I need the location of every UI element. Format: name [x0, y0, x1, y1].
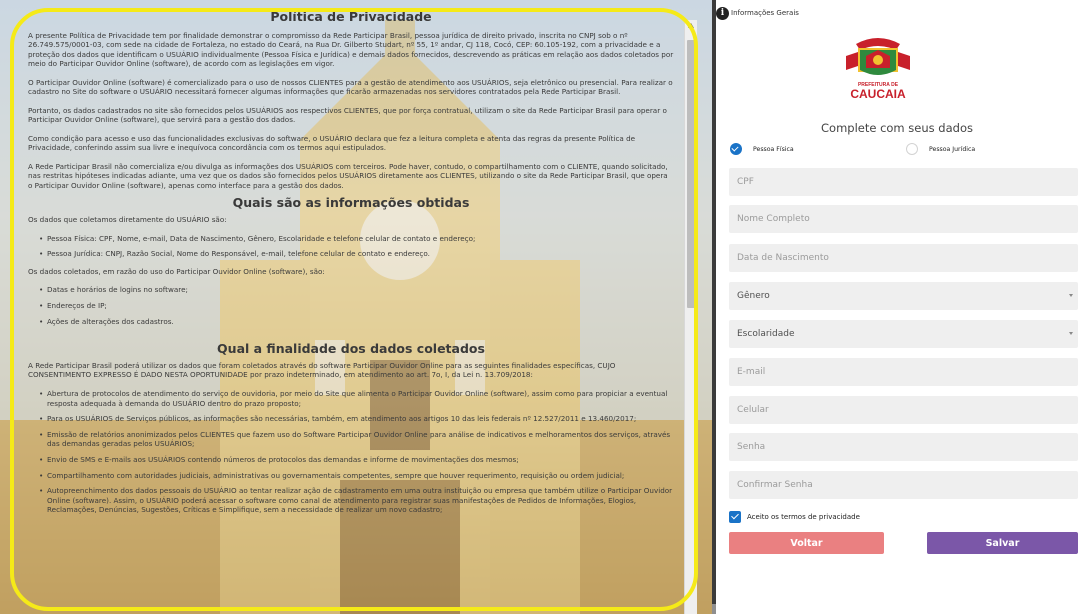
radio-checked-icon[interactable]: [730, 143, 742, 155]
checkbox-checked-icon[interactable]: [729, 510, 741, 523]
collected-data-list: Pessoa Física: CPF, Nome, e-mail, Data d…: [28, 234, 674, 259]
svg-text:CAUCAIA: CAUCAIA: [850, 87, 906, 100]
general-info-header[interactable]: i Informações Gerais: [716, 6, 799, 20]
scroll-up-arrow-icon[interactable]: [688, 23, 694, 28]
birth-date-field[interactable]: Data de Nascimento: [729, 244, 1078, 272]
chevron-down-icon[interactable]: [1069, 332, 1073, 335]
policy-panel: Política de Privacidade A presente Polít…: [0, 0, 712, 614]
list-item: Datas e horários de logins no software;: [39, 285, 674, 295]
policy-paragraph: Os dados que coletamos diretamente do US…: [28, 214, 227, 224]
policy-paragraph: Portanto, os dados cadastrados no site s…: [28, 105, 667, 125]
policy-paragraph: Como condição para acesso e uso das func…: [28, 133, 636, 153]
registration-form-panel: i Informações Gerais PREFEITURA DE CAUCA…: [716, 0, 1078, 614]
policy-paragraph: A Rede Participar Brasil não comercializ…: [28, 161, 668, 190]
section-title-purpose: Qual a finalidade dos dados coletados: [217, 341, 485, 357]
list-item: Pessoa Jurídica: CNPJ, Razão Social, Nom…: [39, 249, 674, 259]
section-title-information: Quais são as informações obtidas: [232, 194, 470, 210]
list-item: Emissão de relatórios anonimizados pelos…: [39, 430, 674, 449]
confirm-password-field[interactable]: Confirmar Senha: [729, 471, 1078, 499]
list-item: Pessoa Física: CPF, Nome, e-mail, Data d…: [39, 234, 674, 244]
cpf-field[interactable]: CPF: [729, 168, 1078, 196]
list-item: Envio de SMS e E-mails aos USUÁRIOS cont…: [39, 455, 674, 465]
full-name-field[interactable]: Nome Completo: [729, 205, 1078, 233]
policy-title: Política de Privacidade: [270, 9, 432, 24]
app-root: Política de Privacidade A presente Polít…: [0, 0, 1078, 614]
gender-select-label[interactable]: Gênero: [737, 291, 770, 301]
policy-paragraph: A Rede Participar Brasil poderá utilizar…: [28, 361, 616, 380]
caucaia-city-logo: PREFEITURA DE CAUCAIA: [842, 30, 914, 101]
education-select-label[interactable]: Escolaridade: [737, 329, 795, 339]
radio-label[interactable]: Pessoa Física: [753, 146, 794, 153]
policy-paragraph: A presente Política de Privacidade tem p…: [28, 31, 674, 68]
back-button[interactable]: Voltar: [729, 532, 884, 554]
chevron-down-icon[interactable]: [1069, 294, 1073, 297]
radio-pessoa-fisica[interactable]: Pessoa Física: [730, 142, 794, 156]
info-circle-icon[interactable]: i: [716, 6, 729, 20]
accept-terms-label[interactable]: Aceito os termos de privacidade: [747, 513, 860, 521]
education-select[interactable]: Escolaridade: [729, 320, 1078, 348]
scroll-thumb[interactable]: [687, 40, 696, 308]
form-heading: Complete com seus dados: [821, 121, 973, 135]
list-item: Para os USUÁRIOS de Serviços públicos, a…: [39, 414, 674, 424]
phone-field[interactable]: Celular: [729, 396, 1078, 424]
save-button[interactable]: Salvar: [927, 532, 1078, 554]
list-item: Ações de alterações dos cadastros.: [39, 317, 674, 327]
list-item: Endereços de IP;: [39, 301, 674, 311]
password-field[interactable]: Senha: [729, 433, 1078, 461]
list-item: Compartilhamento com autoridades judicia…: [39, 471, 674, 481]
policy-paragraph: Os dados coletados, em razão do uso do P…: [28, 266, 325, 276]
policy-scrollbar[interactable]: [684, 20, 697, 614]
privacy-policy-text: Política de Privacidade A presente Polít…: [28, 8, 680, 614]
radio-pessoa-juridica[interactable]: Pessoa Jurídica: [906, 142, 975, 156]
list-item: Autopreenchimento dos dados pessoais do …: [39, 486, 674, 514]
radio-label[interactable]: Pessoa Jurídica: [929, 146, 975, 153]
accept-terms-checkbox[interactable]: Aceito os termos de privacidade: [729, 510, 860, 523]
purpose-list: Abertura de protocolos de atendimento do…: [28, 389, 674, 514]
general-info-label[interactable]: Informações Gerais: [731, 9, 799, 17]
usage-data-list: Datas e horários de logins no software; …: [28, 285, 674, 326]
policy-paragraph: O Participar Ouvidor Online (software) é…: [28, 77, 673, 96]
email-field[interactable]: E-mail: [729, 358, 1078, 386]
list-item: Abertura de protocolos de atendimento do…: [39, 389, 674, 408]
radio-unchecked-icon[interactable]: [906, 143, 918, 155]
gender-select[interactable]: Gênero: [729, 282, 1078, 310]
